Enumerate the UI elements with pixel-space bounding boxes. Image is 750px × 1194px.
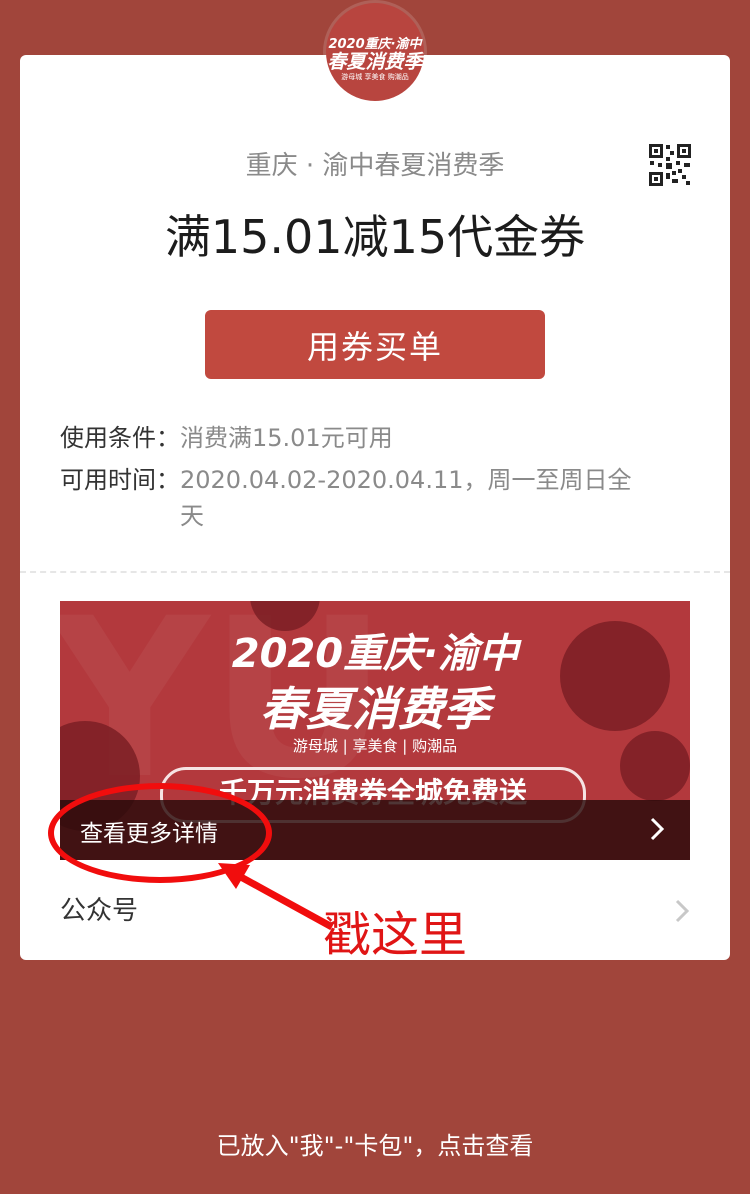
annotation-arrow-icon — [218, 863, 334, 931]
time-value: 2020.04.02-2020.04.11，周一至周日全天 — [180, 466, 632, 530]
condition-value: 消费满15.01元可用 — [180, 424, 393, 452]
coupon-subtitle: 重庆 · 渝中春夏消费季 — [245, 151, 505, 181]
dashed-divider — [20, 571, 730, 573]
chevron-right-icon[interactable] — [672, 897, 692, 925]
annotation-text: 戳这里 — [323, 907, 468, 963]
banner-heading-2: 春夏消费季 — [260, 682, 490, 736]
coupon-title: 满15.01减15代金券 — [164, 210, 586, 264]
banner-heading-1: 2020重庆·渝中 — [231, 631, 519, 677]
use-coupon-button[interactable]: 用券买单 — [205, 310, 545, 379]
logo-line-3: 游母城 享美食 购潮品 — [341, 73, 409, 81]
qr-code-icon[interactable] — [648, 143, 692, 187]
logo-line-2: 春夏消费季 — [327, 51, 423, 73]
condition-label: 使用条件： — [60, 424, 180, 452]
chevron-right-icon — [650, 817, 665, 841]
footer-notice[interactable]: 已放入"我"-"卡包"，点击查看 — [0, 1126, 750, 1161]
brand-logo: 2020重庆·渝中 春夏消费季 游母城 享美食 购潮品 — [326, 3, 424, 101]
usage-time: 可用时间：2020.04.02-2020.04.11，周一至周日全天 — [60, 462, 650, 534]
public-account-label[interactable]: 公众号 — [60, 890, 138, 927]
banner-tagline: 游母城 | 享美食 | 购潮品 — [292, 737, 458, 755]
time-label: 可用时间： — [60, 466, 180, 494]
usage-condition: 使用条件：消费满15.01元可用 — [60, 420, 393, 456]
